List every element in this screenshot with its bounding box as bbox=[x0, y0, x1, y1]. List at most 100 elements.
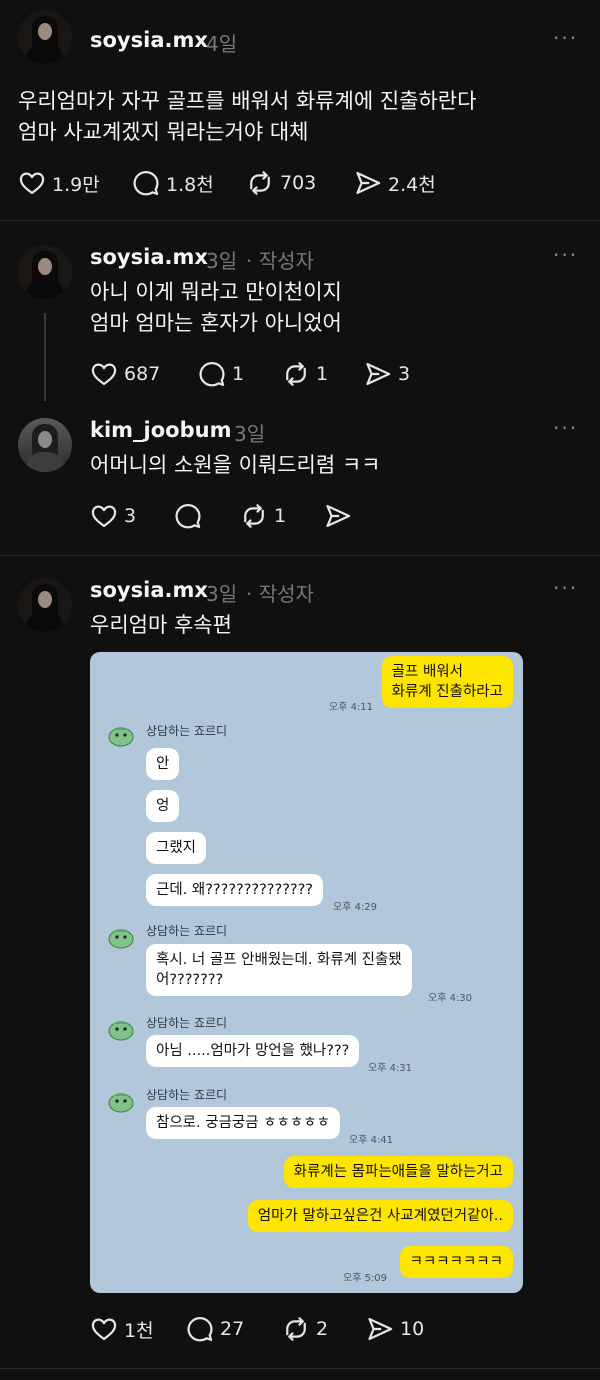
repost-button[interactable]: 703 bbox=[246, 168, 316, 198]
like-button[interactable]: 1.9만 bbox=[18, 168, 100, 198]
like-count: 687 bbox=[124, 363, 161, 385]
post-text-line: 우리엄마 후속편 bbox=[90, 613, 232, 637]
contact-avatar-icon bbox=[108, 929, 134, 949]
post-text-line: 엄마 엄마는 혼자가 아니었어 bbox=[90, 311, 342, 335]
repost-icon bbox=[246, 169, 274, 197]
more-dots-icon[interactable]: ··· bbox=[553, 416, 578, 440]
post-text: 어머니의 소원을 이뤄드리렴 ㅋㅋ bbox=[90, 450, 381, 481]
divider bbox=[0, 1368, 600, 1369]
reply-button[interactable] bbox=[174, 501, 208, 531]
post-actions: 1천 27 2 10 bbox=[90, 1314, 490, 1344]
avatar[interactable] bbox=[18, 10, 72, 64]
their-message-bubble: 엉 bbox=[146, 790, 180, 822]
post-main: soysia.mx 4일 ··· 우리엄마가 자꾸 골프를 배워서 화류계에 진… bbox=[0, 0, 600, 220]
like-button[interactable]: 3 bbox=[90, 501, 136, 531]
message-time: 오후 4:11 bbox=[329, 702, 374, 713]
reply-count: 1 bbox=[232, 363, 245, 385]
avatar[interactable] bbox=[18, 245, 72, 299]
like-count: 3 bbox=[124, 505, 137, 527]
speech-bubble-icon bbox=[198, 360, 226, 388]
message-line: 엉 bbox=[156, 798, 170, 814]
thread-line bbox=[44, 313, 46, 401]
send-icon bbox=[324, 502, 352, 530]
post-text-line: 엄마 사교계겠지 뭐라는거야 대체 bbox=[18, 120, 309, 144]
like-count: 1.9만 bbox=[52, 173, 100, 196]
heart-icon bbox=[90, 360, 118, 388]
my-message-bubble: 화류계는 몸파는애들을 말하는거고 bbox=[283, 1156, 513, 1188]
message-time: 오후 4:29 bbox=[333, 902, 378, 913]
speech-bubble-icon bbox=[186, 1315, 214, 1343]
contact-name: 상담하는 죠르디 bbox=[146, 1088, 228, 1102]
heart-icon bbox=[90, 502, 118, 530]
repost-icon bbox=[282, 1315, 310, 1343]
contact-avatar-icon bbox=[108, 727, 134, 747]
repost-button[interactable]: 1 bbox=[240, 501, 286, 531]
heart-icon bbox=[90, 1315, 118, 1343]
repost-button[interactable]: 2 bbox=[282, 1314, 328, 1344]
message-line: 참으로. 궁금궁금 ㅎㅎㅎㅎㅎ bbox=[156, 1115, 330, 1131]
repost-count: 2 bbox=[316, 1318, 329, 1340]
my-message-bubble: 엄마가 말하고싶은건 사교계였던거같아.. bbox=[247, 1200, 513, 1232]
username[interactable]: soysia.mx bbox=[90, 578, 208, 602]
author-tag: · 작성자 bbox=[246, 249, 314, 273]
reply-button[interactable]: 1 bbox=[198, 359, 244, 389]
message-line: 화류계는 몸파는애들을 말하는거고 bbox=[293, 1164, 503, 1180]
username[interactable]: kim_joobum bbox=[90, 418, 231, 442]
post-text: 우리엄마가 자꾸 골프를 배워서 화류계에 진출하란다 엄마 사교계겠지 뭐라는… bbox=[18, 86, 476, 148]
post-text: 우리엄마 후속편 bbox=[90, 610, 232, 641]
post-time: 3일 bbox=[206, 249, 238, 273]
username[interactable]: soysia.mx bbox=[90, 28, 208, 52]
post-actions: 3 1 bbox=[90, 501, 490, 531]
post-time: 3일 bbox=[206, 582, 238, 606]
chat-screenshot[interactable]: 골프 배워서 화류계 진출하라고 오후 4:11 상담하는 죠르디 안 엉 그랬… bbox=[90, 652, 523, 1293]
post-actions: 687 1 1 3 bbox=[90, 359, 490, 389]
username[interactable]: soysia.mx bbox=[90, 245, 208, 269]
avatar[interactable] bbox=[18, 418, 72, 472]
reply-button[interactable]: 27 bbox=[186, 1314, 244, 1344]
post-text-line: 어머니의 소원을 이뤄드리렴 ㅋㅋ bbox=[90, 453, 381, 477]
contact-name: 상담하는 죠르디 bbox=[146, 924, 228, 938]
reply-button[interactable]: 1.8천 bbox=[132, 168, 214, 198]
their-message-bubble: 근데. 왜?????????????? bbox=[146, 874, 323, 906]
their-message-bubble: 혹시. 너 골프 안배웠는데. 화류계 진출됐 어??????? bbox=[146, 944, 412, 996]
more-dots-icon[interactable]: ··· bbox=[553, 26, 578, 50]
heart-icon bbox=[18, 169, 46, 197]
repost-button[interactable]: 1 bbox=[282, 359, 328, 389]
message-line: 아님 .....엄마가 망언을 했나??? bbox=[156, 1043, 350, 1059]
my-message-bubble: 골프 배워서 화류계 진출하라고 bbox=[381, 656, 513, 708]
share-count: 3 bbox=[398, 363, 411, 385]
post-text: 아니 이게 뭐라고 만이천이지 엄마 엄마는 혼자가 아니었어 bbox=[90, 277, 342, 339]
repost-icon bbox=[282, 360, 310, 388]
more-dots-icon[interactable]: ··· bbox=[553, 243, 578, 267]
like-button[interactable]: 687 bbox=[90, 359, 160, 389]
author-tag: · 작성자 bbox=[246, 582, 314, 606]
post-reply: kim_joobum 3일 ··· 어머니의 소원을 이뤄드리렴 ㅋㅋ 3 1 bbox=[0, 400, 600, 554]
message-line: ㅋㅋㅋㅋㅋㅋㅋ bbox=[409, 1254, 503, 1270]
message-line: 엄마가 말하고싶은건 사교계였던거같아.. bbox=[257, 1208, 503, 1224]
message-line: 근데. 왜?????????????? bbox=[156, 882, 313, 898]
message-time: 오후 4:41 bbox=[349, 1135, 394, 1146]
repost-count: 703 bbox=[280, 172, 317, 194]
repost-count: 1 bbox=[274, 505, 287, 527]
like-count: 1천 bbox=[124, 1319, 154, 1342]
post-time: 3일 bbox=[234, 422, 266, 446]
avatar[interactable] bbox=[18, 578, 72, 632]
contact-avatar-icon bbox=[108, 1021, 134, 1041]
contact-avatar-icon bbox=[108, 1093, 134, 1113]
my-message-bubble: ㅋㅋㅋㅋㅋㅋㅋ bbox=[399, 1246, 513, 1278]
message-time: 오후 4:31 bbox=[368, 1063, 413, 1074]
reply-count: 1.8천 bbox=[166, 173, 214, 196]
their-message-bubble: 안 bbox=[146, 748, 180, 780]
share-count: 2.4천 bbox=[388, 173, 436, 196]
like-button[interactable]: 1천 bbox=[90, 1314, 154, 1344]
speech-bubble-icon bbox=[132, 169, 160, 197]
more-dots-icon[interactable]: ··· bbox=[553, 576, 578, 600]
send-icon bbox=[364, 360, 392, 388]
contact-name: 상담하는 죠르디 bbox=[146, 1016, 228, 1030]
speech-bubble-icon bbox=[174, 502, 202, 530]
share-button[interactable] bbox=[324, 501, 358, 531]
post-time: 4일 bbox=[206, 32, 238, 56]
share-button[interactable]: 3 bbox=[364, 359, 410, 389]
share-button[interactable]: 10 bbox=[366, 1314, 424, 1344]
share-button[interactable]: 2.4천 bbox=[354, 168, 436, 198]
